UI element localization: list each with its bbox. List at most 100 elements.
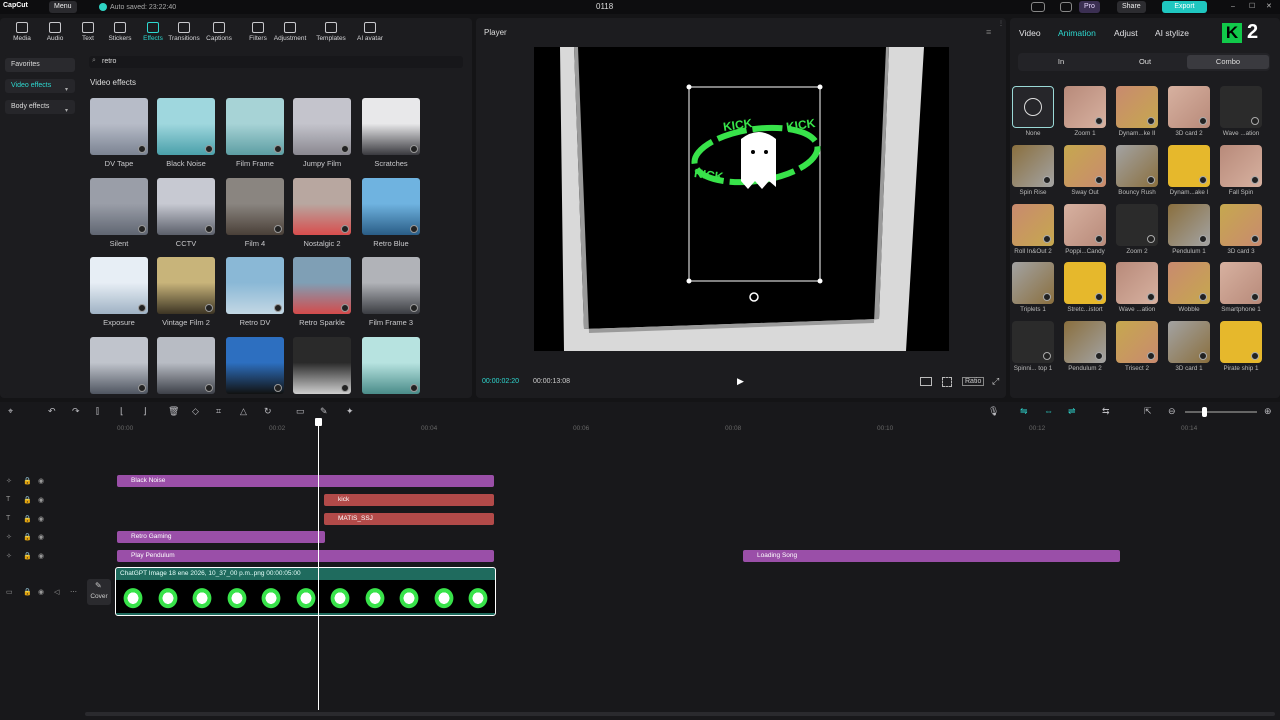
download-icon[interactable] — [274, 225, 282, 233]
pro-button[interactable]: Pro — [1079, 1, 1100, 13]
clip-play-pendulum[interactable]: Play Pendulum — [117, 550, 494, 562]
track-type-icon[interactable]: T — [6, 496, 10, 503]
ratio-button[interactable]: Ratio — [962, 377, 985, 386]
animation-thumbnail[interactable] — [1220, 321, 1262, 363]
tool-stickers[interactable]: Stickers — [102, 22, 138, 42]
animation-thumbnail[interactable] — [1116, 145, 1158, 187]
timeline-scrollbar[interactable] — [85, 712, 1275, 716]
marker-icon[interactable]: ◇ — [192, 406, 199, 417]
download-icon[interactable] — [1043, 293, 1051, 301]
eye-icon[interactable]: ◉ — [38, 588, 44, 596]
effect-thumbnail[interactable] — [362, 337, 420, 394]
download-icon[interactable] — [1251, 235, 1259, 243]
mirror-icon[interactable]: △ — [240, 406, 247, 417]
clip-black-noise[interactable]: Black Noise — [117, 475, 494, 487]
track-type-icon[interactable]: T — [6, 515, 10, 522]
download-icon[interactable] — [205, 304, 213, 312]
animation-thumbnail[interactable] — [1168, 86, 1210, 128]
download-icon[interactable] — [1199, 235, 1207, 243]
download-icon[interactable] — [138, 304, 146, 312]
download-icon[interactable] — [1043, 235, 1051, 243]
eye-icon[interactable]: ◉ — [38, 515, 44, 523]
download-icon[interactable] — [410, 304, 418, 312]
animation-thumbnail[interactable] — [1168, 321, 1210, 363]
effect-thumbnail[interactable] — [90, 257, 148, 314]
clip-retro-gaming[interactable]: Retro Gaming — [117, 531, 325, 543]
subtab-combo[interactable]: Combo — [1187, 55, 1269, 69]
animation-thumbnail[interactable] — [1064, 321, 1106, 363]
download-icon[interactable] — [1095, 352, 1103, 360]
playhead-handle[interactable] — [315, 418, 322, 426]
audio-icon[interactable]: ◁ — [54, 588, 59, 596]
split-left-icon[interactable]: ⌊ — [120, 406, 124, 417]
effect-thumbnail[interactable] — [157, 257, 215, 314]
download-icon[interactable] — [138, 225, 146, 233]
download-icon[interactable] — [410, 384, 418, 392]
animation-thumbnail[interactable] — [1168, 204, 1210, 246]
subtab-in[interactable]: In — [1020, 55, 1102, 69]
eye-icon[interactable]: ◉ — [38, 533, 44, 541]
download-icon[interactable] — [1199, 352, 1207, 360]
effect-thumbnail[interactable] — [157, 98, 215, 155]
tab-animation[interactable]: Animation — [1058, 28, 1096, 38]
effects-search[interactable]: ⌕ retro — [89, 56, 463, 68]
download-icon[interactable] — [274, 384, 282, 392]
lock-icon[interactable]: 🔒 — [23, 496, 32, 504]
zoom-slider-handle[interactable] — [1202, 407, 1207, 417]
download-icon[interactable] — [1147, 235, 1155, 243]
eye-icon[interactable]: ◉ — [38, 477, 44, 485]
download-icon[interactable] — [1095, 117, 1103, 125]
animation-thumbnail[interactable] — [1064, 86, 1106, 128]
delete-icon[interactable]: 🗑 — [168, 406, 179, 417]
effect-thumbnail[interactable] — [293, 257, 351, 314]
search-input[interactable]: retro — [102, 58, 116, 65]
close-icon[interactable]: ✕ — [1261, 1, 1277, 13]
download-icon[interactable] — [410, 225, 418, 233]
download-icon[interactable] — [341, 145, 349, 153]
effect-thumbnail[interactable] — [362, 178, 420, 235]
redo-icon[interactable]: ↷ — [72, 406, 80, 417]
clip-loading-song[interactable]: Loading Song — [743, 550, 1120, 562]
animation-thumbnail[interactable] — [1220, 145, 1262, 187]
play-icon[interactable]: ▶ — [737, 376, 744, 387]
animation-thumbnail[interactable] — [1012, 321, 1054, 363]
download-icon[interactable] — [1199, 117, 1207, 125]
lock-icon[interactable]: 🔒 — [23, 588, 32, 596]
tool-media[interactable]: Media — [4, 22, 40, 42]
animation-thumbnail[interactable] — [1116, 321, 1158, 363]
rotate-icon[interactable]: ↻ — [264, 406, 272, 417]
download-icon[interactable] — [341, 384, 349, 392]
playhead[interactable] — [318, 420, 319, 710]
animation-thumbnail[interactable] — [1116, 204, 1158, 246]
download-icon[interactable] — [205, 225, 213, 233]
lock-icon[interactable]: 🔒 — [23, 477, 32, 485]
clip-text-matis[interactable]: MATIS_SSJ — [324, 513, 494, 525]
tool-adjustment[interactable]: Adjustment — [272, 22, 308, 42]
track-type-icon[interactable]: ✧ — [6, 477, 12, 485]
effect-thumbnail[interactable] — [157, 178, 215, 235]
tool-ai-avatar[interactable]: AI avatar — [352, 22, 388, 42]
split-icon[interactable]: ⫿ — [96, 406, 99, 417]
download-icon[interactable] — [1251, 117, 1259, 125]
download-icon[interactable] — [1095, 176, 1103, 184]
download-icon[interactable] — [1147, 176, 1155, 184]
download-icon[interactable] — [1147, 293, 1155, 301]
animation-thumbnail[interactable] — [1064, 262, 1106, 304]
tab-video[interactable]: Video — [1019, 28, 1041, 38]
effect-thumbnail[interactable] — [90, 98, 148, 155]
sidebar-item-favorites[interactable]: Favorites — [5, 58, 75, 72]
effect-thumbnail[interactable] — [226, 178, 284, 235]
animation-thumbnail[interactable] — [1220, 86, 1262, 128]
export-button[interactable]: Export — [1162, 1, 1207, 13]
eye-icon[interactable]: ◉ — [38, 496, 44, 504]
lock-icon[interactable]: 🔒 — [23, 515, 32, 523]
effect-thumbnail[interactable] — [157, 337, 215, 394]
link-icon[interactable]: ⇋ — [1020, 406, 1028, 417]
download-icon[interactable] — [1199, 293, 1207, 301]
effect-thumbnail[interactable] — [90, 337, 148, 394]
download-icon[interactable] — [138, 384, 146, 392]
clip-main-video[interactable]: ChatGPT Image 18 ene 2026, 10_37_00 p.m.… — [115, 567, 496, 616]
zoom-in-icon[interactable]: ⊕ — [1264, 406, 1272, 417]
clip-text-kick[interactable]: kick — [324, 494, 494, 506]
animation-thumbnail[interactable] — [1168, 262, 1210, 304]
